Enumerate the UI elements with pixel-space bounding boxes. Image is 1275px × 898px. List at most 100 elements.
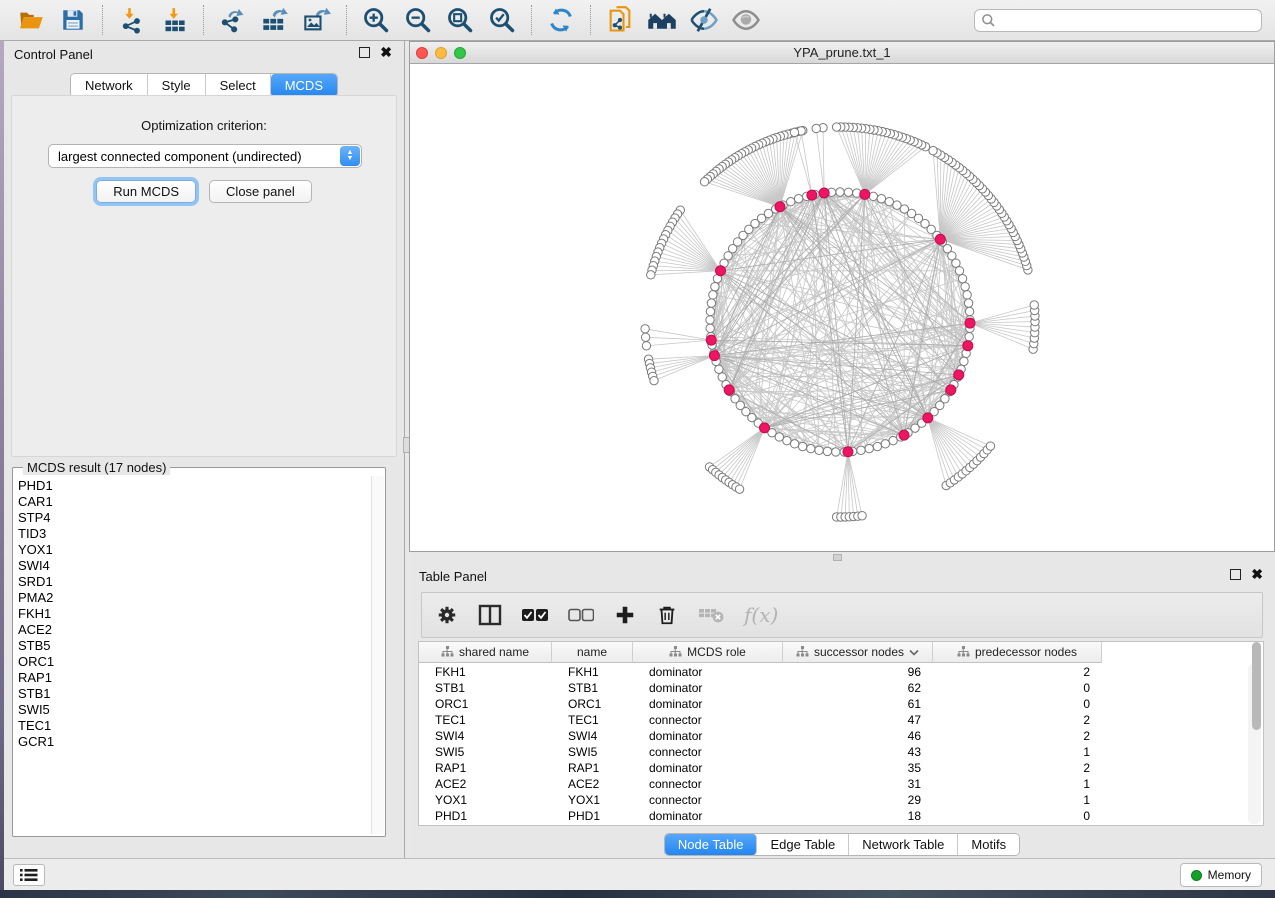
show-column-panel-icon[interactable] [478,604,502,626]
mcds-hub-node[interactable] [775,202,785,212]
cell-mcds_role[interactable]: dominator [633,728,783,744]
mcds-result-item[interactable]: TEC1 [18,718,372,734]
cell-mcds_role[interactable]: dominator [633,696,783,712]
cell-successor_nodes[interactable]: 46 [783,728,933,744]
ring-node[interactable] [873,442,881,450]
apply-layout-icon[interactable] [546,5,576,35]
table-row[interactable]: TEC1TEC1connector472 [419,712,1102,728]
cell-name[interactable]: FKH1 [552,664,633,680]
ring-node[interactable] [794,195,802,203]
ring-node[interactable] [718,373,726,381]
float-panel-icon[interactable] [1230,569,1241,580]
mcds-result-list[interactable]: PHD1CAR1STP4TID3YOX1SWI4SRD1PMA2FKH1ACE2… [14,476,372,834]
mcds-result-item[interactable]: GCR1 [18,734,372,750]
ring-node[interactable] [706,307,714,315]
cell-name[interactable]: PHD1 [552,808,633,824]
cell-mcds_role[interactable]: dominator [633,680,783,696]
ring-node[interactable] [961,282,969,290]
horizontal-splitter-handle[interactable] [833,554,842,561]
window-zoom-icon[interactable] [454,47,466,59]
cell-mcds_role[interactable]: dominator [633,664,783,680]
ring-node[interactable] [877,195,885,203]
table-scrollbar-thumb[interactable] [1252,642,1261,730]
table-row[interactable]: SWI4SWI4dominator462 [419,728,1102,744]
cell-predecessor_nodes[interactable]: 0 [933,808,1102,824]
mcds-hub-node[interactable] [716,266,726,276]
cell-successor_nodes[interactable]: 18 [783,808,933,824]
cell-shared_name[interactable]: YOX1 [419,792,552,808]
mcds-result-item[interactable]: PHD1 [18,478,372,494]
cell-name[interactable]: YOX1 [552,792,633,808]
mcds-result-item[interactable]: CAR1 [18,494,372,510]
open-folder-icon[interactable] [16,5,46,35]
cell-shared_name[interactable]: RAP1 [419,760,552,776]
mcds-hub-node[interactable] [860,189,870,199]
tab-node-table[interactable]: Node Table [665,834,758,855]
ring-node[interactable] [865,444,873,452]
satellite-node[interactable] [832,123,840,131]
search-field[interactable] [974,9,1262,32]
cell-name[interactable]: ACE2 [552,776,633,792]
mcds-result-item[interactable]: YOX1 [18,542,372,558]
tab-motifs[interactable]: Motifs [958,834,1019,855]
network-canvas[interactable] [410,64,1274,551]
mcds-result-scrollbar[interactable] [371,476,384,834]
ring-node[interactable] [815,446,823,454]
ring-node[interactable] [955,267,963,275]
ring-node[interactable] [965,333,973,341]
ring-node[interactable] [807,444,815,452]
run-mcds-button[interactable]: Run MCDS [96,180,196,203]
ring-node[interactable] [707,299,715,307]
ring-node[interactable] [711,282,719,290]
table-row[interactable]: RAP1RAP1dominator352 [419,760,1102,776]
mcds-result-item[interactable]: ORC1 [18,654,372,670]
satellite-node[interactable] [642,342,650,350]
mcds-result-item[interactable]: FKH1 [18,606,372,622]
ring-node[interactable] [787,197,795,205]
cell-successor_nodes[interactable]: 61 [783,696,933,712]
mcds-result-item[interactable]: STB5 [18,638,372,654]
window-minimize-icon[interactable] [435,47,447,59]
satellite-node[interactable] [641,333,649,341]
cell-predecessor_nodes[interactable]: 2 [933,664,1102,680]
ring-node[interactable] [952,259,960,267]
table-row[interactable]: PHD1PHD1dominator180 [419,808,1102,824]
ring-node[interactable] [958,274,966,282]
satellite-node[interactable] [929,146,937,154]
cell-mcds_role[interactable]: dominator [633,760,783,776]
tab-style[interactable]: Style [148,74,206,97]
window-close-icon[interactable] [416,47,428,59]
mcds-result-item[interactable]: RAP1 [18,670,372,686]
save-icon[interactable] [58,5,88,35]
ring-node[interactable] [836,188,844,196]
mcds-hub-node[interactable] [965,318,975,328]
cell-shared_name[interactable]: ACE2 [419,776,552,792]
satellite-node[interactable] [812,124,820,132]
cell-shared_name[interactable]: FKH1 [419,664,552,680]
column-header-shared_name[interactable]: shared name [419,642,552,663]
tab-network[interactable]: Network [71,74,148,97]
table-row[interactable]: FKH1FKH1dominator962 [419,664,1102,680]
cell-successor_nodes[interactable]: 29 [783,792,933,808]
column-header-name[interactable]: name [552,642,633,663]
table-settings-gear-icon[interactable] [436,604,458,626]
cell-shared_name[interactable]: STB1 [419,680,552,696]
cell-name[interactable]: SWI5 [552,744,633,760]
ring-node[interactable] [965,307,973,315]
satellite-node[interactable] [735,485,743,493]
cell-name[interactable]: RAP1 [552,760,633,776]
criterion-dropdown[interactable]: largest connected component (undirected)… [48,144,362,168]
ring-node[interactable] [706,324,714,332]
mcds-hub-node[interactable] [760,423,770,433]
ring-node[interactable] [798,442,806,450]
horizontal-splitter[interactable] [409,552,1275,563]
cell-successor_nodes[interactable]: 35 [783,760,933,776]
cell-successor_nodes[interactable]: 96 [783,664,933,680]
node-table[interactable]: shared namenameMCDS rolesuccessor nodesp… [418,641,1264,826]
cell-predecessor_nodes[interactable]: 0 [933,680,1102,696]
cell-shared_name[interactable]: PHD1 [419,808,552,824]
ring-node[interactable] [885,197,893,205]
table-row[interactable]: SWI5SWI5connector431 [419,744,1102,760]
houses-icon[interactable] [647,5,677,35]
float-panel-icon[interactable] [359,47,370,58]
